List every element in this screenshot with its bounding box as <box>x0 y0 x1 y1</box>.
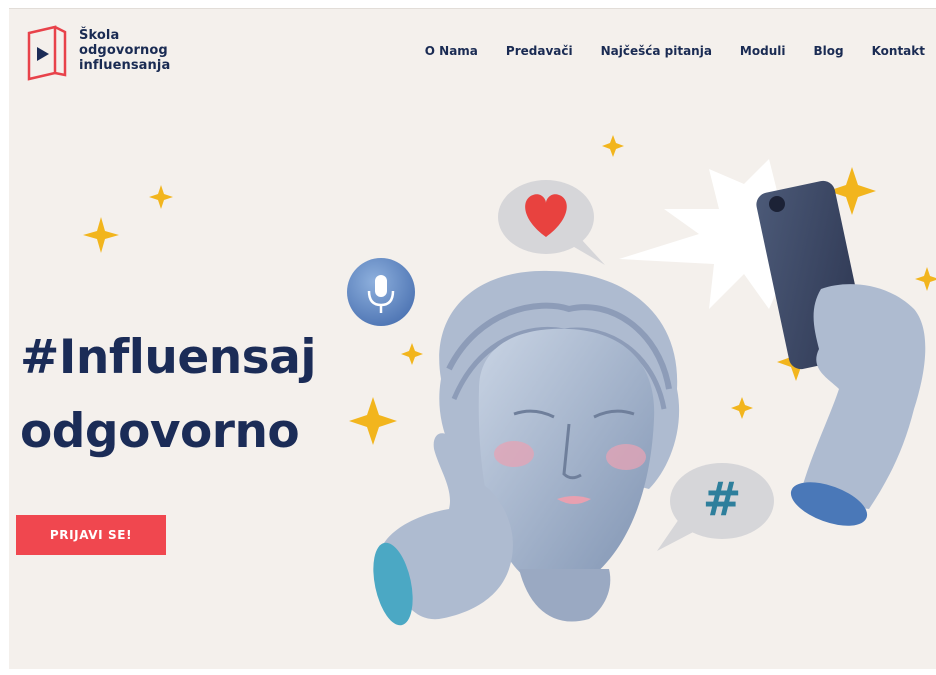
nav-najcesca-pitanja[interactable]: Najčešća pitanja <box>601 44 712 58</box>
brand-line-3: influensanja <box>79 58 171 73</box>
nav-predavaci[interactable]: Predavači <box>506 44 573 58</box>
main-nav: O Nama Predavači Najčešća pitanja Moduli… <box>425 44 925 58</box>
brand-name: Škola odgovornog influensanja <box>79 28 170 73</box>
nav-blog[interactable]: Blog <box>813 44 843 58</box>
phone-hand <box>756 180 926 526</box>
microphone-icon <box>347 258 415 326</box>
hero-title-line-2: odgovorno <box>20 404 300 459</box>
register-button[interactable]: PRIJAVI SE! <box>16 515 166 555</box>
brand-line-1: Škola <box>79 28 120 43</box>
hashtag-icon: # <box>702 472 742 526</box>
nav-kontakt[interactable]: Kontakt <box>872 44 925 58</box>
hero-title: #Influensaj odgovorno <box>20 321 316 469</box>
nav-moduli[interactable]: Moduli <box>740 44 786 58</box>
heart-bubble <box>498 180 605 265</box>
play-book-icon <box>27 25 67 81</box>
nav-o-nama[interactable]: O Nama <box>425 44 478 58</box>
page: Škola odgovornog influensanja O Nama Pre… <box>9 8 936 669</box>
brand-line-2: odgovornog <box>79 43 168 58</box>
hero-title-line-1: #Influensaj <box>20 330 316 385</box>
brand-logo[interactable]: Škola odgovornog influensanja <box>25 23 170 81</box>
